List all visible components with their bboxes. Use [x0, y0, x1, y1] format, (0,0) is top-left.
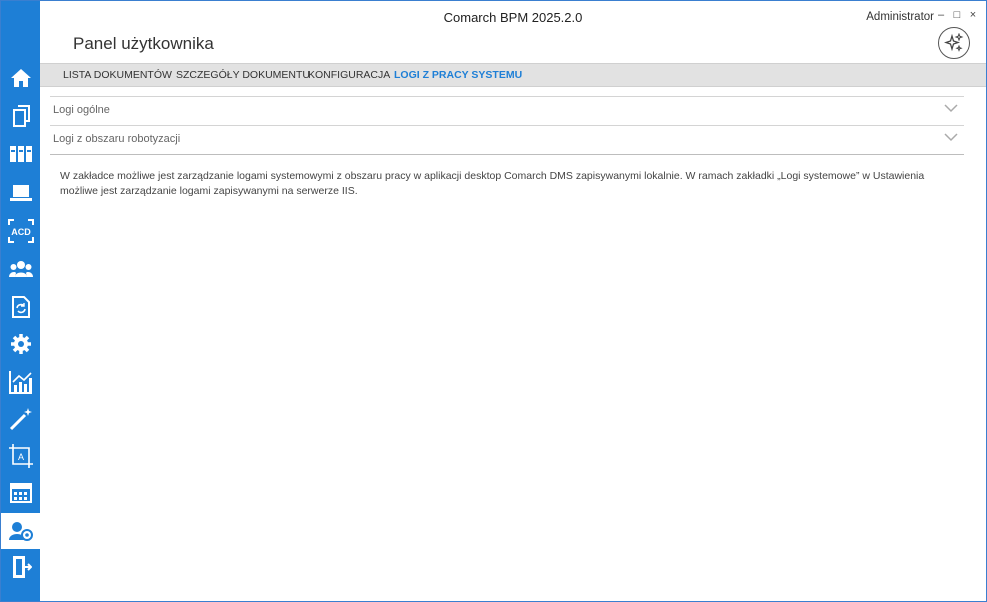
sidebar-item-wizard[interactable]	[1, 401, 40, 437]
section-general-logs[interactable]: Logi ogólne	[50, 96, 964, 126]
laptop-icon	[9, 185, 32, 201]
close-button[interactable]: ×	[966, 7, 980, 23]
app-title: Comarch BPM 2025.2.0	[443, 10, 583, 25]
sidebar-item-settings[interactable]	[1, 326, 40, 362]
exit-door-icon	[12, 556, 32, 578]
sidebar-item-acd[interactable]: ACD	[1, 213, 40, 249]
chart-icon	[8, 371, 32, 394]
sidebar-item-binders[interactable]	[1, 136, 40, 172]
sidebar-item-user-panel[interactable]	[1, 513, 40, 549]
acd-icon-text: ACD	[11, 227, 31, 237]
section-robotization-logs[interactable]: Logi z obszaru robotyzacji	[50, 125, 964, 155]
chevron-down-icon[interactable]	[944, 103, 958, 113]
sidebar-item-users[interactable]	[1, 251, 40, 287]
calendar-icon	[9, 483, 32, 503]
description-text: W zakładce możliwe jest zarządzanie loga…	[60, 170, 925, 197]
sidebar: ACD A	[1, 1, 40, 601]
users-icon	[8, 261, 33, 277]
sparkles-icon	[944, 33, 964, 52]
maximize-button[interactable]: □	[950, 7, 964, 23]
sidebar-item-exit[interactable]	[1, 549, 40, 585]
sidebar-item-documents[interactable]	[1, 98, 40, 134]
page-title: Panel użytkownika	[73, 34, 214, 53]
sidebar-item-ocr-template[interactable]: A	[1, 438, 40, 474]
document-sync-icon	[11, 296, 30, 318]
app-window: ACD A Comarch BPM 2025.2.0 Administrator…	[0, 0, 987, 602]
tab-document-details[interactable]: SZCZEGÓŁY DOKUMENTU	[176, 69, 310, 81]
chevron-down-icon[interactable]	[944, 132, 958, 142]
magic-wand-icon	[9, 408, 32, 431]
title-bar: Comarch BPM 2025.2.0 Administrator – □ ×	[40, 1, 986, 33]
crop-text-icon: A	[8, 444, 33, 468]
minimize-button[interactable]: –	[934, 7, 948, 23]
section-label: Logi z obszaru robotyzacji	[53, 133, 181, 145]
sidebar-header	[1, 1, 40, 61]
sidebar-item-laptop[interactable]	[1, 175, 40, 211]
gear-icon	[10, 334, 31, 354]
tab-document-list[interactable]: LISTA DOKUMENTÓW	[63, 69, 172, 81]
sidebar-item-document-sync[interactable]	[1, 289, 40, 325]
ai-assistant-button[interactable]	[938, 27, 970, 59]
tab-configuration[interactable]: KONFIGURACJA	[308, 69, 390, 81]
user-name[interactable]: Administrator	[866, 11, 934, 23]
user-settings-icon	[8, 522, 33, 541]
sidebar-item-reports[interactable]	[1, 364, 40, 400]
home-icon	[10, 69, 31, 87]
window-controls: – □ ×	[934, 7, 980, 23]
tab-system-logs[interactable]: LOGI Z PRACY SYSTEMU	[394, 69, 522, 81]
sidebar-item-home[interactable]	[1, 60, 40, 96]
sidebar-item-calendar[interactable]	[1, 475, 40, 511]
crop-text-icon-letter: A	[17, 452, 23, 462]
acd-icon: ACD	[7, 219, 34, 243]
binders-icon	[9, 146, 32, 162]
tab-bar: LISTA DOKUMENTÓW SZCZEGÓŁY DOKUMENTU KON…	[40, 63, 986, 87]
section-label: Logi ogólne	[53, 104, 110, 116]
documents-icon	[12, 105, 30, 127]
